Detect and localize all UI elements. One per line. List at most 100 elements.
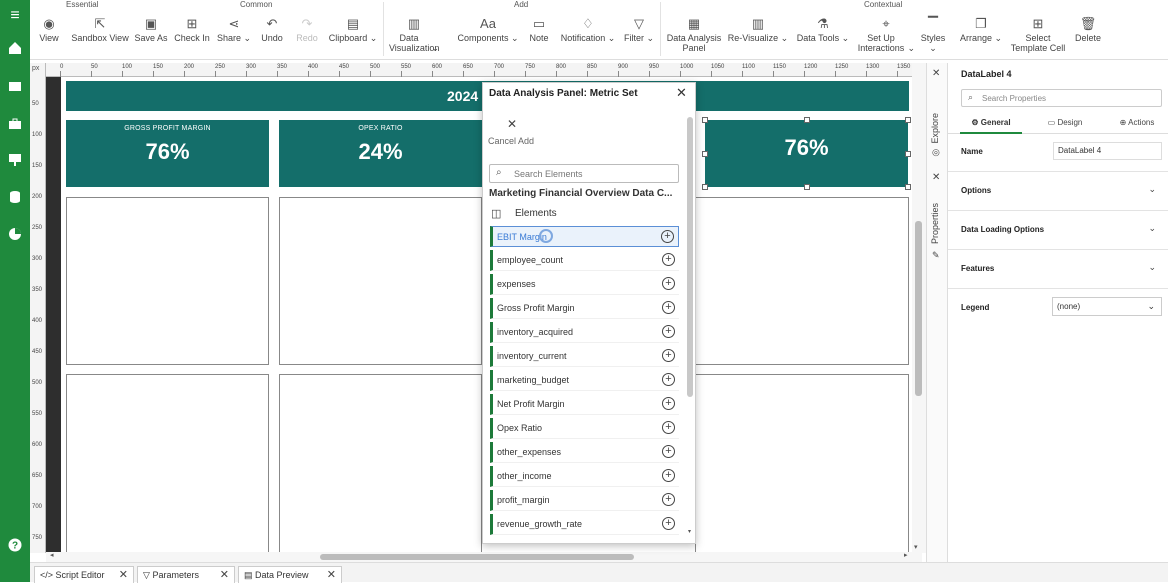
kpi-card-selected-datalabel[interactable]: 76% bbox=[705, 120, 908, 187]
empty-widget-placeholder[interactable] bbox=[279, 374, 482, 554]
options-section[interactable]: Options ⌄ bbox=[948, 172, 1168, 211]
view-button[interactable]: ◉ View bbox=[34, 16, 64, 43]
resize-handle[interactable] bbox=[702, 117, 708, 123]
add-circle-icon[interactable]: + bbox=[662, 373, 675, 386]
element-list-item[interactable]: marketing_budget + bbox=[490, 370, 679, 391]
hamburger-menu-icon[interactable]: ≡ bbox=[5, 6, 25, 26]
add-circle-icon[interactable]: + bbox=[662, 349, 675, 362]
scrollbar-thumb[interactable] bbox=[320, 554, 634, 560]
features-section[interactable]: Features ⌄ bbox=[948, 250, 1168, 289]
name-field[interactable]: DataLabel 4 bbox=[1053, 142, 1162, 160]
element-list-item[interactable]: profit_margin + bbox=[490, 490, 679, 511]
help-icon[interactable]: ? bbox=[5, 538, 25, 558]
scrollbar-thumb[interactable] bbox=[687, 117, 693, 397]
canvas-vertical-scrollbar[interactable]: ▾ bbox=[912, 63, 926, 553]
scroll-right-arrow-icon[interactable]: ▸ bbox=[904, 551, 908, 559]
scroll-down-arrow-icon[interactable]: ▾ bbox=[914, 543, 918, 551]
add-circle-icon[interactable]: + bbox=[662, 301, 675, 314]
note-button[interactable]: ▭ Note bbox=[524, 16, 554, 43]
resize-handle[interactable] bbox=[702, 151, 708, 157]
set-up-interactions-button[interactable]: ⌖ Set Up Interactions ⌄ bbox=[856, 16, 916, 53]
tab-parameters[interactable]: ▽ Parameters ✕ bbox=[137, 566, 235, 583]
clipboard-button[interactable]: ▤ Clipboard ⌄ bbox=[326, 16, 380, 43]
scrollbar-thumb[interactable] bbox=[915, 221, 922, 396]
add-circle-icon[interactable]: + bbox=[662, 517, 675, 530]
add-circle-icon[interactable]: + bbox=[661, 230, 674, 243]
cancel-icon[interactable]: ✕ bbox=[507, 117, 517, 131]
redo-button[interactable]: ↷ Redo bbox=[292, 16, 322, 43]
add-circle-icon[interactable]: + bbox=[662, 397, 675, 410]
notification-button[interactable]: ♢ Notification ⌄ bbox=[560, 16, 616, 43]
add-circle-icon[interactable]: + bbox=[662, 469, 675, 482]
close-icon[interactable]: ✕ bbox=[119, 567, 128, 583]
check-in-button[interactable]: ⊞ Check In bbox=[173, 16, 211, 43]
kpi-card-opex-ratio[interactable]: OPEX RATIO 24% bbox=[279, 120, 482, 187]
resize-handle[interactable] bbox=[905, 117, 911, 123]
styles-button[interactable]: ▔ Styles ⌄ bbox=[916, 16, 950, 53]
select-template-cell-button[interactable]: ⊞ Select Template Cell bbox=[1008, 16, 1068, 53]
scroll-down-arrow-icon[interactable]: ▾ bbox=[688, 528, 691, 535]
tab-actions[interactable]: ⊕ Actions bbox=[1106, 114, 1168, 134]
search-elements-input[interactable]: ⌕ Search Elements bbox=[489, 164, 679, 183]
inbox-icon[interactable] bbox=[5, 79, 25, 99]
tab-data-preview[interactable]: ▤ Data Preview ✕ bbox=[238, 566, 342, 583]
resize-handle[interactable] bbox=[905, 184, 911, 190]
empty-widget-placeholder[interactable] bbox=[695, 197, 909, 365]
legend-select[interactable]: (none) ⌄ bbox=[1052, 297, 1162, 316]
scroll-left-arrow-icon[interactable]: ◂ bbox=[50, 551, 54, 559]
data-loading-options-section[interactable]: Data Loading Options ⌄ bbox=[948, 211, 1168, 250]
add-circle-icon[interactable]: + bbox=[662, 277, 675, 290]
close-icon[interactable]: ✕ bbox=[932, 172, 940, 183]
add-circle-icon[interactable]: + bbox=[662, 325, 675, 338]
resize-handle[interactable] bbox=[905, 151, 911, 157]
resize-handle[interactable] bbox=[804, 117, 810, 123]
resize-handle[interactable] bbox=[804, 184, 810, 190]
element-list-item[interactable]: inventory_current + bbox=[490, 346, 679, 367]
element-list-item[interactable]: Net Profit Margin + bbox=[490, 394, 679, 415]
arrange-button[interactable]: ❐ Arrange ⌄ bbox=[958, 16, 1004, 43]
tab-explore[interactable]: Explore bbox=[930, 113, 940, 144]
home-icon[interactable] bbox=[5, 41, 25, 61]
cancel-add-button[interactable]: Cancel Add bbox=[488, 136, 534, 146]
sandbox-view-button[interactable]: ⇱ Sandbox View bbox=[68, 16, 132, 43]
filter-button[interactable]: ▽ Filter ⌄ bbox=[622, 16, 656, 43]
pie-chart-icon[interactable] bbox=[5, 227, 25, 247]
close-icon[interactable]: ✕ bbox=[327, 567, 336, 583]
element-list-item[interactable]: EBIT Margin + bbox=[490, 226, 679, 247]
tab-design[interactable]: ▭ Design bbox=[1034, 114, 1096, 134]
close-icon[interactable]: ✕ bbox=[220, 567, 229, 583]
empty-widget-placeholder[interactable] bbox=[66, 374, 269, 554]
empty-widget-placeholder[interactable] bbox=[66, 197, 269, 365]
canvas-horizontal-scrollbar[interactable]: ◂ ▸ bbox=[46, 552, 922, 562]
delete-button[interactable]: 🗑 Delete bbox=[1070, 16, 1106, 43]
empty-widget-placeholder[interactable] bbox=[279, 197, 482, 365]
presentation-icon[interactable] bbox=[5, 153, 25, 173]
tab-properties[interactable]: Properties bbox=[930, 203, 940, 244]
element-list-item[interactable]: expenses + bbox=[490, 274, 679, 295]
save-as-button[interactable]: ▣ Save As bbox=[132, 16, 170, 43]
empty-widget-placeholder[interactable] bbox=[695, 374, 909, 554]
element-list-item[interactable]: employee_count + bbox=[490, 250, 679, 271]
element-list-item[interactable]: other_income + bbox=[490, 466, 679, 487]
element-list-item[interactable]: Opex Ratio + bbox=[490, 418, 679, 439]
kpi-card-gross-profit-margin[interactable]: GROSS PROFIT MARGIN 76% bbox=[66, 120, 269, 187]
database-icon[interactable] bbox=[5, 190, 25, 210]
tab-general[interactable]: ⚙ General bbox=[960, 114, 1022, 134]
add-circle-icon[interactable]: + bbox=[662, 421, 675, 434]
briefcase-icon[interactable] bbox=[5, 117, 25, 137]
data-tools-button[interactable]: ⚗ Data Tools ⌄ bbox=[794, 16, 852, 43]
search-properties-input[interactable]: ⌕ Search Properties bbox=[961, 89, 1162, 107]
element-list-item[interactable]: Gross Profit Margin + bbox=[490, 298, 679, 319]
element-list-item[interactable]: revenue_growth_rate + bbox=[490, 514, 679, 535]
data-analysis-panel-button[interactable]: ▦ Data Analysis Panel bbox=[664, 16, 724, 53]
close-icon[interactable]: ✕ bbox=[676, 85, 687, 101]
element-list-item[interactable]: other_expenses + bbox=[490, 442, 679, 463]
re-visualize-button[interactable]: ▥ Re-Visualize ⌄ bbox=[726, 16, 790, 43]
element-list-item[interactable]: inventory_acquired + bbox=[490, 322, 679, 343]
close-icon[interactable]: ✕ bbox=[932, 68, 940, 79]
data-visualization-button[interactable]: ▥ Data Visualization ⌄ bbox=[386, 16, 442, 53]
add-circle-icon[interactable]: + bbox=[662, 253, 675, 266]
components-button[interactable]: Aa Components ⌄ bbox=[456, 16, 520, 43]
resize-handle[interactable] bbox=[702, 184, 708, 190]
share-button[interactable]: ⋖ Share ⌄ bbox=[214, 16, 254, 43]
